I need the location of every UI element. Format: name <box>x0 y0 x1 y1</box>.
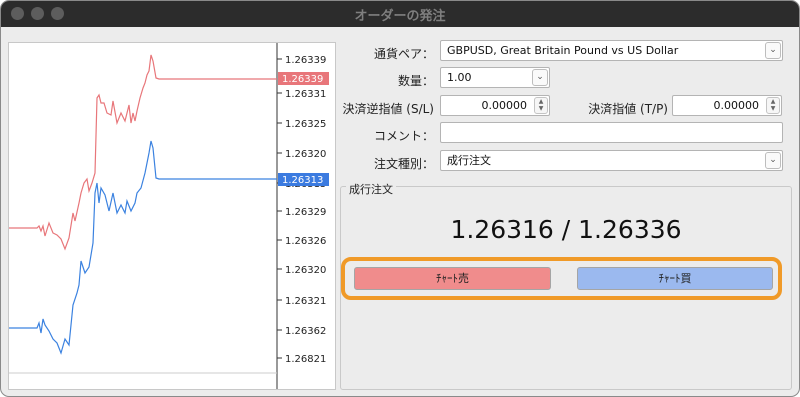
y-tick-label: 1.26329 <box>285 207 326 218</box>
y-tick-label: 1.26320 <box>285 149 326 160</box>
symbol-label: 通貨ペア： <box>373 47 434 61</box>
bid-ask-price: 1.26316 / 1.26336 <box>450 215 682 244</box>
y-tick-label: 1.26821 <box>285 354 326 365</box>
title-bar: オーダーの発注 <box>1 1 799 27</box>
window-title: オーダーの発注 <box>354 9 446 24</box>
y-tick-label: 1.26362 <box>285 326 326 337</box>
buy-button[interactable]: ﾁｬｰﾄ買 <box>577 267 773 290</box>
y-tick-label: 1.26326 <box>285 236 326 247</box>
y-tick-label: 1.26339 <box>285 55 326 66</box>
spinner-icon[interactable]: ▲ ▼ <box>766 97 780 114</box>
bid-price-line <box>9 140 277 355</box>
take-profit-field[interactable]: 0.00000 ▲ ▼ <box>672 95 782 116</box>
y-tick-label: 1.26321 <box>285 296 326 307</box>
chevron-down-icon[interactable]: ⌄ <box>532 69 548 86</box>
tick-chart: 1.263391.263311.263251.263201.263151.263… <box>8 42 336 390</box>
volume-select[interactable]: 1.00 ⌄ <box>440 67 550 88</box>
tick-chart-svg: 1.263391.263311.263251.263201.263151.263… <box>9 43 329 389</box>
y-tick-label: 1.26331 <box>285 89 326 100</box>
sell-button[interactable]: ﾁｬｰﾄ売 <box>354 267 551 290</box>
take-profit-label: 決済指値 (T/P) <box>588 102 668 116</box>
ask-price-tag-label: 1.26339 <box>282 74 323 85</box>
symbol-select[interactable]: GBPUSD, Great Britain Pound vs US Dollar… <box>440 40 783 61</box>
ask-price-line <box>9 54 277 251</box>
volume-label: 数量： <box>397 74 434 88</box>
chevron-down-icon[interactable]: ⌄ <box>765 152 781 169</box>
y-tick-label: 1.26320 <box>285 265 326 276</box>
spinner-icon[interactable]: ▲ ▼ <box>534 97 548 114</box>
take-profit-value: 0.00000 <box>713 99 760 112</box>
order-type-value: 成行注文 <box>447 154 491 167</box>
order-type-label: 注文種別： <box>373 157 434 171</box>
chevron-down-icon[interactable]: ⌄ <box>765 42 781 59</box>
volume-value: 1.00 <box>447 71 472 84</box>
stop-loss-value: 0.00000 <box>481 99 528 112</box>
y-tick-label: 1.26325 <box>285 119 326 130</box>
stop-loss-label: 決済逆指値 (S/L) <box>342 102 434 116</box>
symbol-value: GBPUSD, Great Britain Pound vs US Dollar <box>447 44 679 57</box>
bid-price-tag-label: 1.26313 <box>282 175 323 186</box>
market-order-group-title: 成行注文 <box>346 181 396 197</box>
comment-input[interactable] <box>440 122 783 143</box>
stop-loss-field[interactable]: 0.00000 ▲ ▼ <box>440 95 550 116</box>
comment-label: コメント： <box>373 129 434 143</box>
order-type-select[interactable]: 成行注文 ⌄ <box>440 150 783 171</box>
